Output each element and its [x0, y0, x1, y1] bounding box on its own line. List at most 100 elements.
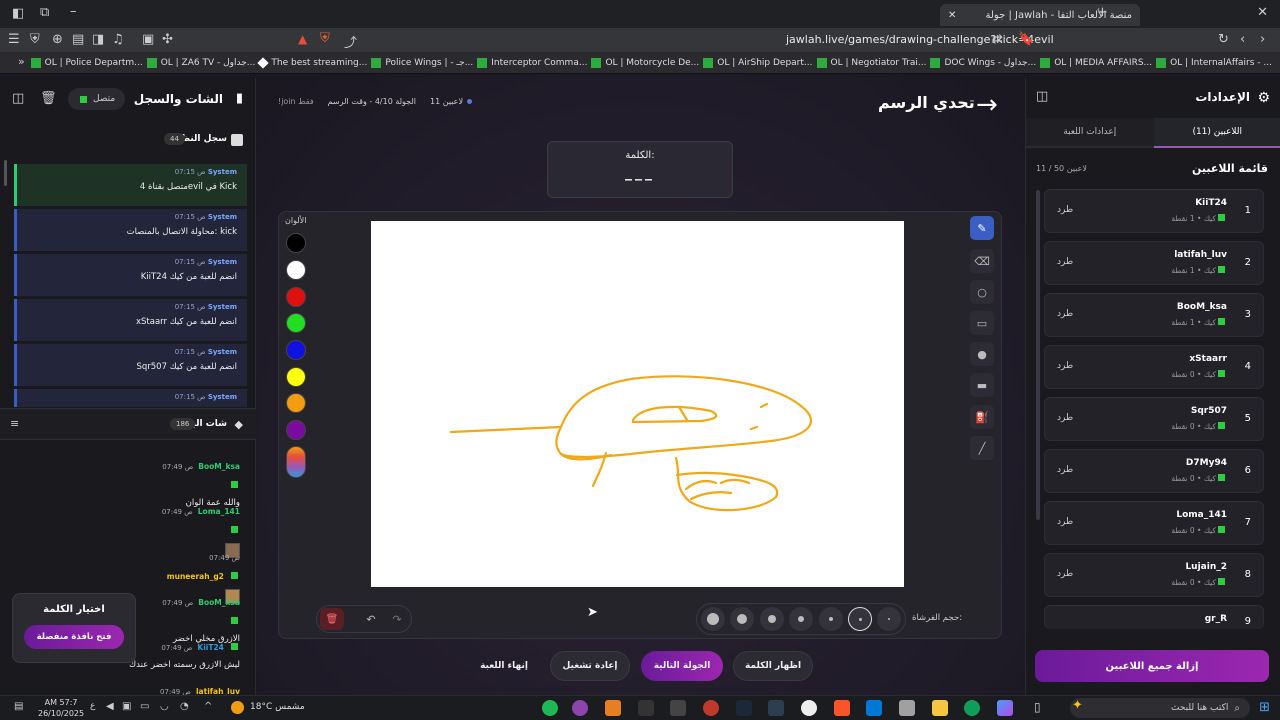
spotify-icon[interactable] — [542, 700, 558, 716]
battery-icon[interactable]: ▭ — [140, 701, 149, 712]
log-scrollbar[interactable] — [4, 160, 7, 186]
restore-icon[interactable]: ⧉ — [40, 5, 49, 20]
wifi-icon[interactable]: ◡ — [160, 701, 169, 712]
tune-icon[interactable]: ⇄ — [992, 32, 1003, 47]
edge-icon[interactable] — [964, 700, 980, 716]
minimize-icon[interactable]: – — [70, 4, 77, 19]
color-swatch-yellow[interactable] — [286, 367, 306, 387]
kick-player-button[interactable]: طرد — [1057, 257, 1073, 267]
bookmark-item[interactable]: DOC Wings - جداول... — [930, 57, 1036, 68]
menu-icon[interactable]: ☰ — [8, 32, 20, 47]
obs-icon[interactable] — [801, 700, 817, 716]
end-game-button[interactable]: إنهاء اللعبة — [470, 651, 538, 681]
window-menu-icon[interactable]: ◧ — [12, 6, 24, 21]
color-swatch-purple[interactable] — [286, 420, 306, 440]
bookmark-item[interactable]: OL | ZA6 TV - جداول... — [146, 57, 255, 68]
app-icon[interactable] — [899, 700, 915, 716]
tray-chevron-icon[interactable]: ^ — [204, 701, 212, 712]
clear-canvas-button[interactable]: 🗑 — [320, 608, 344, 630]
tab-players[interactable]: اللاعبين (11) — [1153, 118, 1280, 148]
display-icon[interactable]: ▣ — [122, 701, 131, 712]
app-icon[interactable] — [572, 700, 588, 716]
windows-start-icon[interactable]: ⊞ — [1259, 700, 1270, 715]
globe-icon[interactable]: ⊕ — [52, 32, 63, 47]
open-window-button[interactable]: فتح نافذة منفصلة — [24, 625, 124, 649]
new-tab-icon[interactable]: + — [1097, 5, 1108, 20]
puzzle-icon[interactable]: ✣ — [162, 32, 173, 47]
circle-tool[interactable]: ○ — [970, 280, 994, 304]
kick-player-button[interactable]: طرد — [1057, 569, 1073, 579]
filled-circle-tool[interactable]: ● — [970, 342, 994, 366]
network-icon[interactable]: ◔ — [180, 701, 189, 712]
filter-icon[interactable]: ≡ — [10, 417, 19, 430]
more-bookmarks-icon[interactable]: » — [18, 55, 25, 68]
steam-icon[interactable] — [736, 700, 752, 716]
bookmark-item[interactable]: OL | InternalAffairs - ... — [1156, 57, 1272, 68]
collapse-chat-icon[interactable]: ◫ — [12, 91, 24, 106]
sidebar-icon[interactable]: ◨ — [92, 32, 104, 47]
bookmark-item[interactable]: OL | Negotiator Trai... — [816, 57, 926, 68]
trash-icon[interactable]: 🗑 — [40, 91, 57, 106]
kick-player-button[interactable]: طرد — [1057, 517, 1073, 527]
kick-player-button[interactable]: طرد — [1057, 413, 1073, 423]
kick-player-button[interactable]: طرد — [1057, 205, 1073, 215]
url-bar[interactable]: jawlah.live/games/drawing-challenge?kick… — [786, 33, 1054, 46]
bookmark-item[interactable]: The best streaming... — [257, 56, 367, 69]
language-indicator[interactable]: ع — [90, 701, 95, 711]
show-word-button[interactable]: اظهار الكلمة — [733, 651, 813, 681]
drawing-canvas[interactable] — [371, 221, 904, 587]
bookmark-item[interactable]: Interceptor Comma... — [477, 57, 587, 68]
color-swatch-blue[interactable] — [286, 340, 306, 360]
remove-all-players-button[interactable]: إزالة جميع اللاعبين — [1035, 650, 1269, 682]
restart-button[interactable]: إعادة تشغيل — [550, 651, 630, 681]
kick-player-button[interactable]: طرد — [1057, 465, 1073, 475]
taskbar-search[interactable]: اكتب هنا للبحث ⌕ — [1070, 698, 1250, 718]
back-icon[interactable]: ‹ — [1240, 32, 1245, 47]
outlook-icon[interactable] — [866, 700, 882, 716]
undo-icon[interactable]: ↶ — [360, 608, 382, 630]
next-round-button[interactable]: الجولة التالية — [641, 651, 723, 681]
vlc-icon[interactable] — [605, 700, 621, 716]
share-icon[interactable]: ⤴ — [344, 32, 357, 51]
task-view-icon[interactable]: ▯ — [1034, 700, 1041, 714]
back-arrow-icon[interactable]: → — [976, 90, 998, 120]
color-swatch-black[interactable] — [286, 233, 306, 253]
kick-player-button[interactable]: طرد — [1057, 361, 1073, 371]
app-icon[interactable] — [703, 700, 719, 716]
color-swatch-white[interactable] — [286, 260, 306, 280]
bookmark-item[interactable]: OL | Police Departm... — [30, 57, 143, 68]
app-icon[interactable] — [670, 700, 686, 716]
bookmark-item[interactable]: OL | MEDIA AFFAIRS... — [1040, 57, 1152, 68]
pencil-tool[interactable]: ✎ — [970, 216, 994, 240]
forward-icon[interactable]: › — [1260, 32, 1265, 47]
tab-game-settings[interactable]: إعدادات اللعبة — [1026, 118, 1154, 148]
kick-player-button[interactable]: طرد — [1057, 309, 1073, 319]
copilot-icon[interactable] — [997, 700, 1013, 716]
reload-icon[interactable]: ↻ — [1218, 32, 1229, 47]
shield-icon[interactable]: ⛨ — [30, 32, 40, 47]
line-tool[interactable]: ╱ — [970, 436, 994, 460]
color-swatch-green[interactable] — [286, 313, 306, 333]
fill-bucket-tool[interactable]: ⛽ — [970, 405, 994, 429]
rectangle-tool[interactable]: ▭ — [970, 311, 994, 335]
brave-icon[interactable] — [834, 700, 850, 716]
tab-close-icon[interactable]: ✕ — [948, 10, 956, 21]
bookmark-icon[interactable]: 🔖 — [1018, 32, 1034, 47]
volume-icon[interactable]: ◀ — [106, 701, 114, 712]
weather[interactable]: 18°C مشمس — [250, 702, 305, 712]
close-window-icon[interactable]: ✕ — [1257, 5, 1268, 20]
bookmark-item[interactable]: Police Wings | - جـ... — [371, 57, 473, 68]
player-list-scrollbar[interactable] — [1036, 190, 1040, 520]
custom-color-picker[interactable] — [286, 446, 306, 478]
reader-icon[interactable]: ▣ — [142, 32, 154, 47]
music-icon[interactable]: ♫ — [112, 32, 124, 47]
tiktok-icon[interactable] — [638, 700, 654, 716]
app-icon[interactable] — [768, 700, 784, 716]
triangle-icon[interactable]: ▲ — [298, 32, 307, 46]
browser-tab[interactable]: ✕ جولة | Jawlah - منصة الألعاب التفا — [940, 4, 1140, 26]
color-swatch-red[interactable] — [286, 287, 306, 307]
eraser-tool[interactable]: ⌫ — [970, 249, 994, 273]
wallet-icon[interactable]: ▤ — [72, 32, 84, 47]
color-swatch-orange[interactable] — [286, 393, 306, 413]
filled-rectangle-tool[interactable]: ▬ — [970, 373, 994, 397]
